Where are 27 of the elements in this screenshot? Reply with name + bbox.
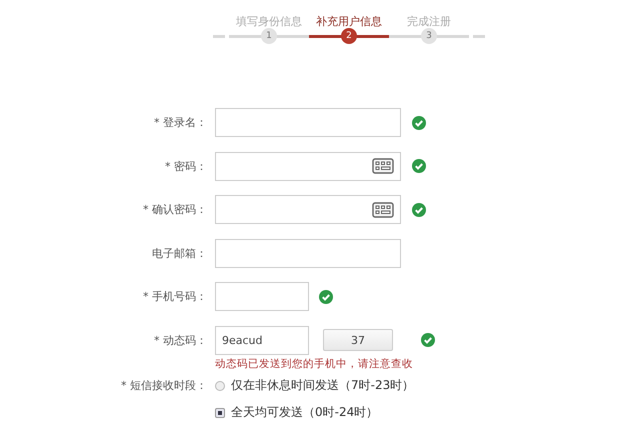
step-label: 补充用户信息	[316, 14, 382, 29]
input-field[interactable]	[215, 108, 401, 137]
input-field[interactable]	[215, 238, 401, 268]
field-label: * 手机号码：	[142, 289, 207, 304]
option-label: 仅在非休息时间发送（7时-23时）	[231, 377, 414, 394]
password-field[interactable]	[215, 195, 401, 224]
keyboard-icon[interactable]	[372, 202, 394, 218]
radio-button[interactable]	[215, 380, 225, 390]
password-field[interactable]	[215, 152, 401, 180]
radio-button[interactable]	[215, 408, 225, 418]
option-label: 全天均可发送（0时-24时）	[231, 404, 378, 421]
field-label: * 登录名：	[153, 115, 207, 130]
field-label: * 确认密码：	[142, 202, 207, 217]
step-label: 完成注册	[407, 14, 451, 29]
field-label: * 密码：	[164, 158, 207, 174]
field-label: 电子邮箱：	[151, 246, 207, 260]
input-field[interactable]: 9eacud	[215, 326, 309, 354]
hint-text: 动态码已发送到您的手机中，请注意查收	[215, 357, 414, 372]
step-label: 填写身份信息	[236, 14, 302, 29]
input-field[interactable]	[215, 282, 309, 311]
field-label: * 短信接收时段：	[120, 378, 207, 393]
field-label: * 动态码：	[153, 332, 207, 348]
step-number: 1	[261, 28, 277, 44]
step-number: 3	[421, 28, 437, 44]
countdown-button[interactable]: 37	[323, 329, 393, 351]
step-number: 2	[341, 28, 357, 44]
keyboard-icon[interactable]	[372, 158, 394, 174]
